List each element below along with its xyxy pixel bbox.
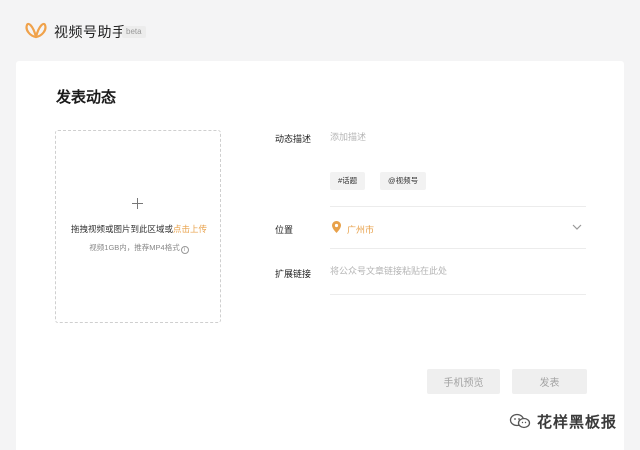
divider [330,294,586,295]
publish-card: 发表动态 拖拽视频或图片到此区域或点击上传 视频1GB内，推荐MP4格式 i 动态… [16,61,624,450]
divider [330,206,586,207]
publish-button[interactable]: 发表 [512,369,587,394]
watermark-text: 花样黑板报 [537,414,618,431]
divider [330,248,586,249]
app-header: 视频号助手 beta [0,0,640,60]
extended-link-input[interactable] [330,264,585,278]
upload-instruction: 拖拽视频或图片到此区域或点击上传 [56,223,222,235]
watermark: 花样黑板报 [509,410,629,432]
location-select[interactable]: 广州市 [330,215,586,241]
topic-button[interactable]: #话题 [330,172,366,190]
chevron-down-icon [572,224,582,230]
description-label: 动态描述 [275,134,312,144]
app-title: 视频号助手 [54,24,127,40]
mention-button[interactable]: @视频号 [380,172,427,190]
upload-dropzone[interactable]: 拖拽视频或图片到此区域或点击上传 视频1GB内，推荐MP4格式 i [55,130,221,323]
info-icon[interactable]: i [180,246,189,254]
location-pin-icon [332,221,341,233]
upload-instruction-text: 拖拽视频或图片到此区域或 [70,224,173,234]
upload-hint: 视频1GB内，推荐MP4格式 i [56,242,222,254]
page-title: 发表动态 [56,89,117,106]
upload-hint-text: 视频1GB内，推荐MP4格式 [89,243,180,252]
butterfly-logo-icon [25,22,47,39]
wechat-icon [509,413,531,429]
click-upload-link[interactable]: 点击上传 [173,224,207,234]
location-label: 位置 [275,225,294,235]
location-value: 广州市 [347,225,375,235]
beta-badge: beta [122,26,146,38]
description-input[interactable] [330,130,585,144]
phone-preview-button[interactable]: 手机预览 [427,369,500,394]
extended-link-label: 扩展链接 [275,269,312,279]
plus-icon [132,198,144,210]
